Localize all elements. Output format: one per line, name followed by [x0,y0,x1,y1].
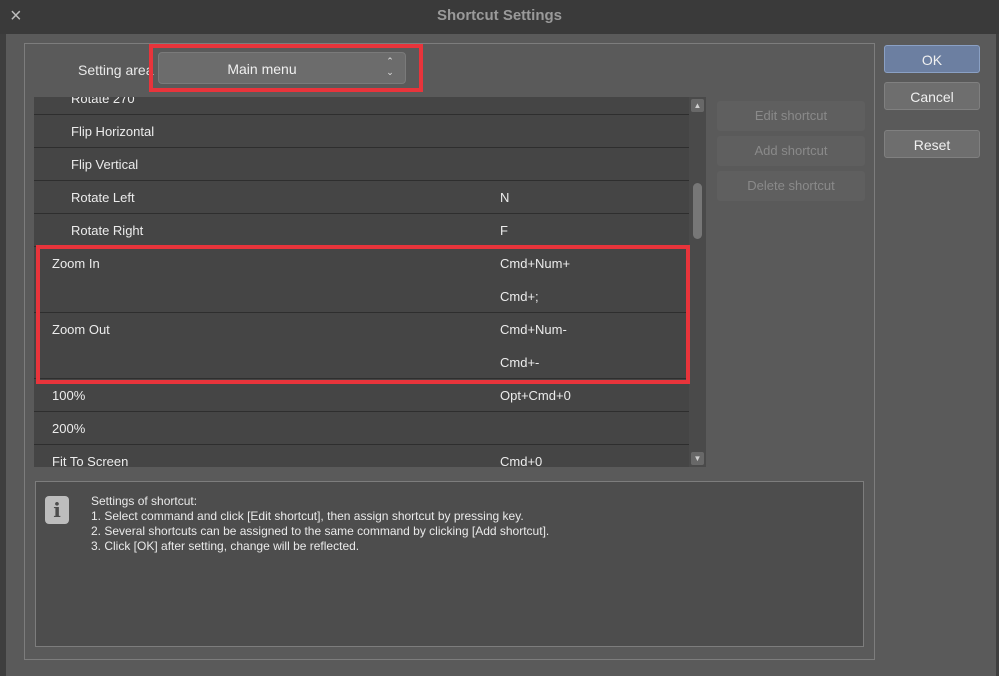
list-item[interactable]: 100% Opt+Cmd+0 [34,379,690,412]
list-item-zoom-out[interactable]: Zoom Out Cmd+Num- Cmd+- [34,313,690,379]
window-title: Shortcut Settings [436,7,562,24]
add-shortcut-button[interactable]: Add shortcut [717,136,865,166]
setting-area-select[interactable]: Main menu ⌃ ⌄ [158,52,406,84]
command-list: Rotate 270 Flip Horizontal Flip Vertical… [34,97,706,467]
select-arrows-icon: ⌃ ⌄ [386,56,394,77]
list-item[interactable]: 200% [34,412,690,445]
list-item[interactable]: Flip Horizontal [34,115,690,148]
reset-button[interactable]: Reset [884,130,980,158]
delete-shortcut-button[interactable]: Delete shortcut [717,171,865,201]
list-item[interactable]: Rotate Right F [34,214,690,247]
info-line: 1. Select command and click [Edit shortc… [91,509,524,523]
setting-area-value: Main menu [227,61,297,77]
edit-shortcut-button[interactable]: Edit shortcut [717,101,865,131]
list-item[interactable]: Fit To Screen Cmd+0 [34,445,690,467]
list-scrollbar[interactable]: ▲ ▼ [689,97,706,467]
list-item[interactable]: Rotate Left N [34,181,690,214]
list-item-zoom-in[interactable]: Zoom In Cmd+Num+ Cmd+; [34,247,690,313]
list-item[interactable]: Rotate 270 [34,97,690,115]
info-heading: Settings of shortcut: [91,494,198,508]
title-bar: × Shortcut Settings [0,0,999,34]
info-line: 2. Several shortcuts can be assigned to … [91,524,550,538]
scroll-up-icon[interactable]: ▲ [691,99,704,112]
info-text: Settings of shortcut: 1. Select command … [91,494,549,554]
info-line: 3. Click [OK] after setting, change will… [91,539,360,553]
ok-button[interactable]: OK [884,45,980,73]
scroll-down-icon[interactable]: ▼ [691,452,704,465]
info-icon: i [45,496,69,524]
list-item[interactable]: Flip Vertical [34,148,690,181]
scroll-thumb[interactable] [693,183,702,239]
setting-area-label: Setting area [78,62,154,78]
cancel-button[interactable]: Cancel [884,82,980,110]
